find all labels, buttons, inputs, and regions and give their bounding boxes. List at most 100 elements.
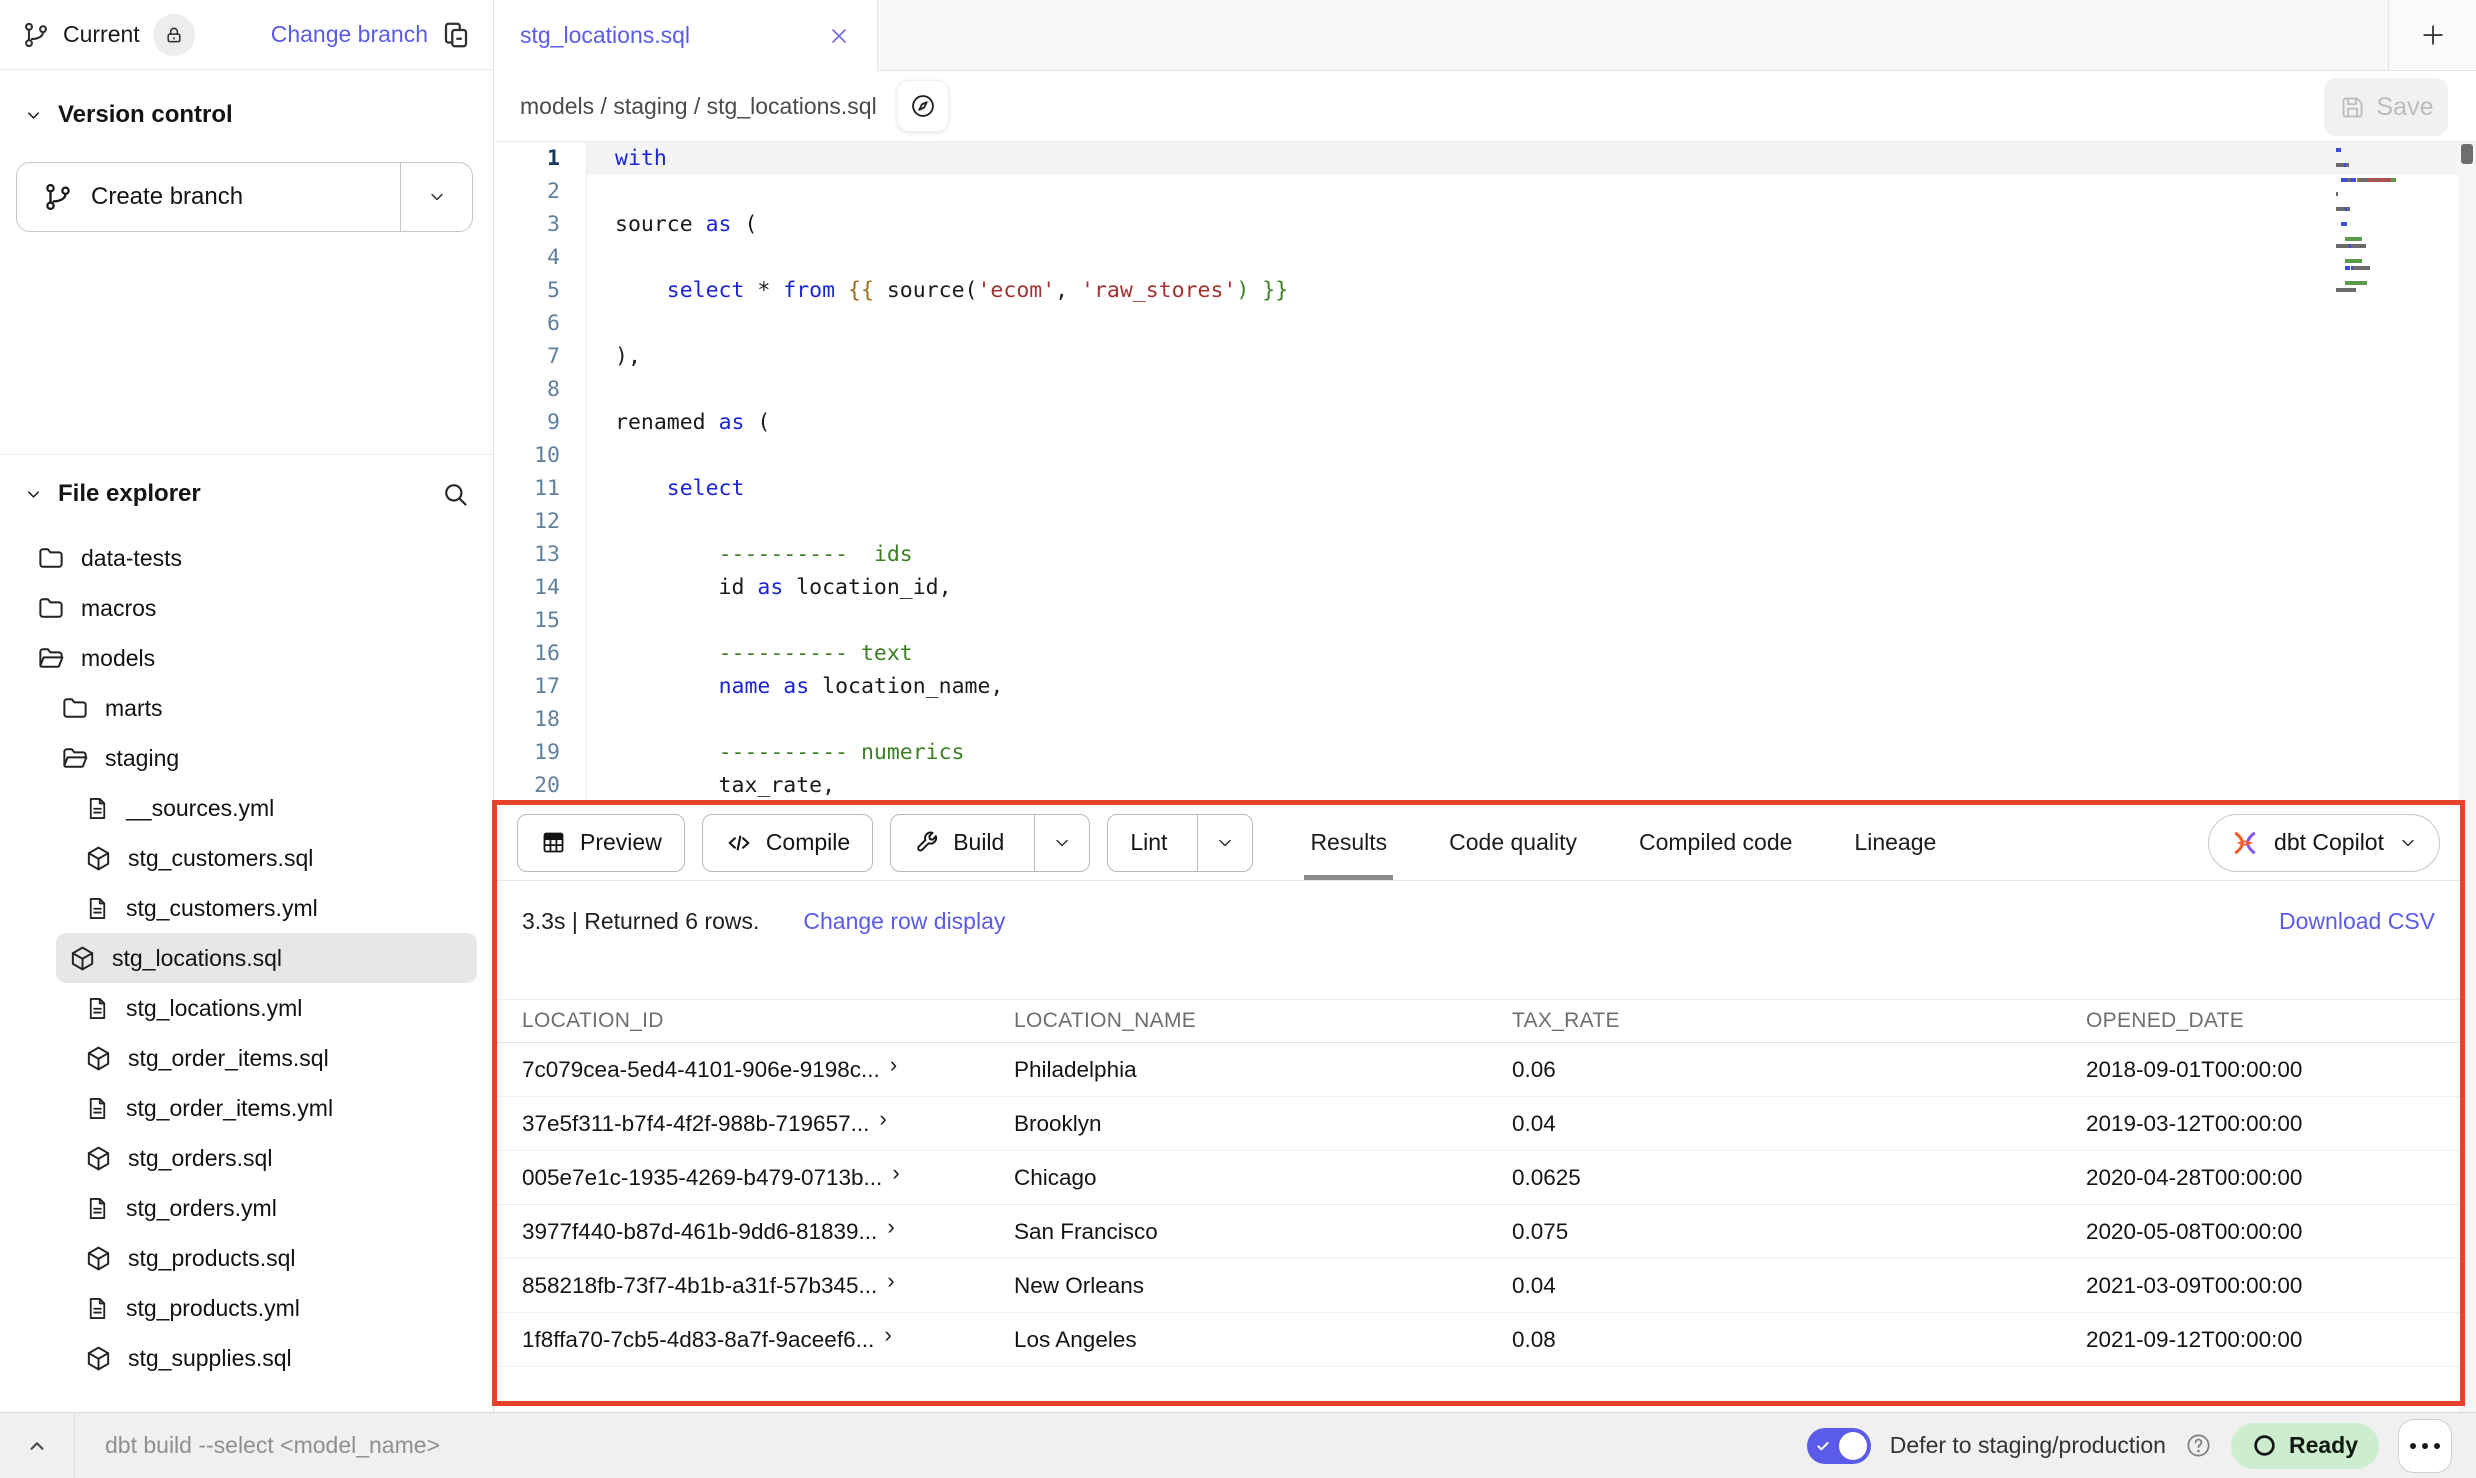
table-row[interactable]: 005e7e1c-1935-4269-b479-0713b...›Chicago… [497, 1151, 2460, 1205]
lint-button[interactable]: Lint [1107, 814, 1253, 872]
results-tabs: ResultsCode qualityCompiled codeLineage [1279, 805, 1967, 880]
status-badge[interactable]: Ready [2231, 1423, 2379, 1469]
expand-chevron-right-icon[interactable]: › [890, 1052, 898, 1078]
tab-lineage[interactable]: Lineage [1823, 805, 1967, 880]
breadcrumb: models / staging / stg_locations.sql [520, 93, 877, 120]
file-name: stg_supplies.sql [128, 1345, 292, 1372]
expand-chevron-right-icon[interactable]: › [879, 1106, 887, 1132]
expand-chevron-right-icon[interactable]: › [892, 1160, 900, 1186]
file-explorer-header[interactable]: File explorer [0, 463, 493, 525]
code-line-20[interactable]: 20 tax_rate, [494, 769, 2476, 802]
file-tree-item--sources-yml[interactable]: __sources.yml [16, 783, 477, 833]
command-input[interactable]: dbt build --select <model_name> [105, 1432, 440, 1459]
code-line-10[interactable]: 10 [494, 439, 2476, 472]
file-tree-item-models[interactable]: models [16, 633, 477, 683]
tab-compiled-code[interactable]: Compiled code [1608, 805, 1823, 880]
lineage-compass-button[interactable] [897, 80, 949, 132]
table-row[interactable]: 858218fb-73f7-4b1b-a31f-57b345...›New Or… [497, 1259, 2460, 1313]
cell: 2020-04-28T00:00:00 [2086, 1165, 2460, 1191]
tab-results[interactable]: Results [1279, 805, 1418, 880]
build-button[interactable]: Build [890, 814, 1090, 872]
new-tab-button[interactable] [2388, 0, 2476, 71]
check-icon [1815, 1438, 1831, 1454]
code-line-4[interactable]: 4 [494, 241, 2476, 274]
code-lines[interactable]: 1with23source as (45 select * from {{ so… [494, 142, 2476, 802]
cell-location-id: 1f8ffa70-7cb5-4d83-8a7f-9aceef6...› [522, 1327, 1014, 1353]
tab-code-quality[interactable]: Code quality [1418, 805, 1608, 880]
code-line-15[interactable]: 15 [494, 604, 2476, 637]
preview-button[interactable]: Preview [517, 814, 685, 872]
code-line-8[interactable]: 8 [494, 373, 2476, 406]
file-tree-item-stg-products-yml[interactable]: stg_products.yml [16, 1283, 477, 1333]
table-row[interactable]: 3977f440-b87d-461b-9dd6-81839...›San Fra… [497, 1205, 2460, 1259]
copy-icon[interactable] [441, 20, 471, 50]
code-text: ---------- text [586, 637, 2476, 670]
file-icon [84, 1295, 111, 1322]
code-line-11[interactable]: 11 select [494, 472, 2476, 505]
file-tree-item-stg-orders-sql[interactable]: stg_orders.sql [16, 1133, 477, 1183]
file-tree-item-stg-locations-yml[interactable]: stg_locations.yml [16, 983, 477, 1033]
file-tree-item-stg-order-items-yml[interactable]: stg_order_items.yml [16, 1083, 477, 1133]
line-number: 16 [494, 637, 586, 670]
expand-chevron-right-icon[interactable]: › [887, 1268, 895, 1294]
code-line-18[interactable]: 18 [494, 703, 2476, 736]
code-line-16[interactable]: 16 ---------- text [494, 637, 2476, 670]
file-tree-item-stg-products-sql[interactable]: stg_products.sql [16, 1233, 477, 1283]
table-row[interactable]: 37e5f311-b7f4-4f2f-988b-719657...›Brookl… [497, 1097, 2460, 1151]
code-line-13[interactable]: 13 ---------- ids [494, 538, 2476, 571]
expand-chevron-right-icon[interactable]: › [887, 1214, 895, 1240]
cell: 0.075 [1512, 1219, 2086, 1245]
change-row-display-link[interactable]: Change row display [803, 908, 1005, 935]
more-options-button[interactable] [2398, 1419, 2452, 1473]
tab-stg-locations-sql[interactable]: stg_locations.sql [494, 0, 878, 71]
git-branch-icon [22, 21, 50, 49]
code-text [586, 373, 2476, 406]
create-branch-button[interactable]: Create branch [16, 162, 473, 232]
help-question-icon[interactable] [2185, 1432, 2212, 1459]
file-tree-item-stg-locations-sql[interactable]: stg_locations.sql [56, 933, 477, 983]
collapse-panel-chevron-up-icon[interactable] [0, 1433, 74, 1459]
status-bar: dbt build --select <model_name> Defer to… [0, 1412, 2476, 1478]
scrollbar-thumb[interactable] [2461, 144, 2473, 164]
save-button[interactable]: Save [2324, 78, 2448, 136]
file-tree-item-stg-orders-yml[interactable]: stg_orders.yml [16, 1183, 477, 1233]
file-tree-item-staging[interactable]: staging [16, 733, 477, 783]
lint-dropdown-button[interactable] [1197, 815, 1252, 871]
build-dropdown-button[interactable] [1034, 815, 1089, 871]
expand-chevron-right-icon[interactable]: › [884, 1322, 892, 1348]
file-tree-item-stg-customers-yml[interactable]: stg_customers.yml [16, 883, 477, 933]
sidebar: Current Change branch Version control [0, 0, 494, 1412]
code-line-9[interactable]: 9renamed as ( [494, 406, 2476, 439]
code-line-2[interactable]: 2 [494, 175, 2476, 208]
change-branch-link[interactable]: Change branch [271, 21, 428, 48]
close-tab-icon[interactable] [827, 24, 851, 48]
code-text [586, 241, 2476, 274]
file-tree-item-macros[interactable]: macros [16, 583, 477, 633]
code-line-14[interactable]: 14 id as location_id, [494, 571, 2476, 604]
code-line-6[interactable]: 6 [494, 307, 2476, 340]
code-line-12[interactable]: 12 [494, 505, 2476, 538]
code-line-17[interactable]: 17 name as location_name, [494, 670, 2476, 703]
compile-button[interactable]: Compile [702, 814, 873, 872]
download-csv-link[interactable]: Download CSV [2279, 908, 2435, 935]
code-line-19[interactable]: 19 ---------- numerics [494, 736, 2476, 769]
cell: 2021-03-09T00:00:00 [2086, 1273, 2460, 1299]
file-tree-item-stg-order-items-sql[interactable]: stg_order_items.sql [16, 1033, 477, 1083]
code-line-7[interactable]: 7), [494, 340, 2476, 373]
cell: 0.04 [1512, 1111, 2086, 1137]
search-icon[interactable] [441, 480, 469, 508]
code-line-5[interactable]: 5 select * from {{ source('ecom', 'raw_s… [494, 274, 2476, 307]
minimap[interactable] [2336, 148, 2448, 418]
table-row[interactable]: 7c079cea-5ed4-4101-906e-9198c...›Philade… [497, 1043, 2460, 1097]
table-row[interactable]: 1f8ffa70-7cb5-4d83-8a7f-9aceef6...›Los A… [497, 1313, 2460, 1367]
file-tree-item-data-tests[interactable]: data-tests [16, 533, 477, 583]
file-tree-item-marts[interactable]: marts [16, 683, 477, 733]
defer-toggle[interactable] [1807, 1428, 1871, 1464]
dbt-copilot-button[interactable]: dbt Copilot [2208, 814, 2440, 872]
code-line-1[interactable]: 1with [494, 142, 2476, 175]
file-tree-item-stg-supplies-sql[interactable]: stg_supplies.sql [16, 1333, 477, 1383]
code-line-3[interactable]: 3source as ( [494, 208, 2476, 241]
version-control-header[interactable]: Version control [0, 84, 493, 146]
file-tree-item-stg-customers-sql[interactable]: stg_customers.sql [16, 833, 477, 883]
create-branch-dropdown-button[interactable] [400, 163, 472, 231]
